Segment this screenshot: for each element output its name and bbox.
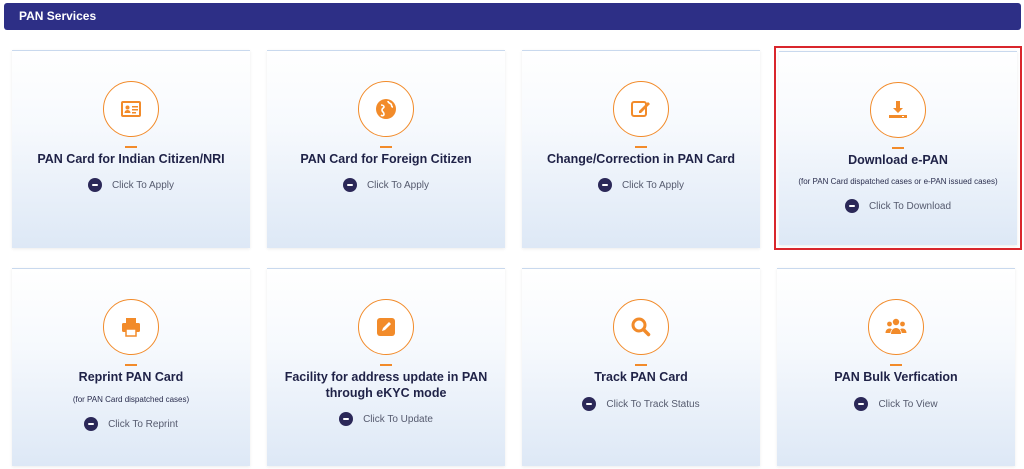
click-to-apply-link[interactable]: Click To Apply xyxy=(267,178,505,192)
card-reprint-pan[interactable]: Reprint PAN Card (for PAN Card dispatche… xyxy=(12,268,250,466)
card-title: Download e-PAN xyxy=(848,153,948,167)
icon-underline xyxy=(635,146,647,148)
icon-underline xyxy=(892,147,904,149)
card-pan-foreign-citizen[interactable]: PAN Card for Foreign Citizen Click To Ap… xyxy=(267,50,505,248)
click-to-reprint-link[interactable]: Click To Reprint xyxy=(12,417,250,431)
click-to-download-link[interactable]: Click To Download xyxy=(779,199,1017,213)
action-label: Click To Apply xyxy=(111,179,175,191)
card-title: Reprint PAN Card xyxy=(78,370,184,384)
click-to-update-link[interactable]: Click To Update xyxy=(267,412,505,426)
card-address-update-ekyc[interactable]: Facility for address update in PAN throu… xyxy=(267,268,505,466)
card-title: PAN Card for Indian Citizen/NRI xyxy=(37,152,225,166)
card-title: PAN Card for Foreign Citizen xyxy=(300,152,472,166)
download-icon xyxy=(870,82,926,138)
action-label: Click To Track Status xyxy=(606,398,700,410)
minus-circle-icon xyxy=(597,178,612,192)
card-track-pan[interactable]: Track PAN Card Click To Track Status xyxy=(522,268,760,466)
action-label: Click To Apply xyxy=(621,179,685,191)
pencil-icon xyxy=(358,299,414,355)
click-to-apply-link[interactable]: Click To Apply xyxy=(522,178,760,192)
action-label: Click To Apply xyxy=(366,179,430,191)
minus-circle-icon xyxy=(87,178,102,192)
magnifier-icon xyxy=(613,299,669,355)
minus-circle-icon xyxy=(854,397,869,411)
icon-underline xyxy=(890,364,902,366)
section-header: PAN Services xyxy=(4,3,1021,30)
action-label: Click To Reprint xyxy=(108,418,178,430)
click-to-track-status-link[interactable]: Click To Track Status xyxy=(522,397,760,411)
edit-icon xyxy=(613,81,669,137)
card-subtitle: (for PAN Card dispatched cases or e-PAN … xyxy=(798,177,998,186)
card-title: PAN Bulk Verfication xyxy=(834,370,958,384)
icon-underline xyxy=(125,146,137,148)
card-change-correction[interactable]: Change/Correction in PAN Card Click To A… xyxy=(522,50,760,248)
action-label: Click To View xyxy=(878,398,938,410)
card-pan-bulk-verification[interactable]: PAN Bulk Verfication Click To View xyxy=(777,268,1015,466)
section-title: PAN Services xyxy=(19,9,97,23)
icon-underline xyxy=(125,364,137,366)
click-to-apply-link[interactable]: Click To Apply xyxy=(12,178,250,192)
icon-underline xyxy=(380,146,392,148)
id-card-icon xyxy=(103,81,159,137)
globe-icon xyxy=(358,81,414,137)
action-label: Click To Download xyxy=(868,200,952,212)
card-title: Facility for address update in PAN throu… xyxy=(284,370,488,400)
minus-circle-icon xyxy=(582,397,597,411)
card-title: Change/Correction in PAN Card xyxy=(547,152,735,166)
icon-underline xyxy=(380,364,392,366)
users-icon xyxy=(868,299,924,355)
action-label: Click To Update xyxy=(363,413,433,425)
minus-circle-icon xyxy=(339,412,354,426)
card-subtitle: (for PAN Card dispatched cases) xyxy=(72,395,190,404)
printer-icon xyxy=(103,299,159,355)
card-download-epan[interactable]: Download e-PAN (for PAN Card dispatched … xyxy=(774,46,1022,250)
minus-circle-icon xyxy=(844,199,859,213)
minus-circle-icon xyxy=(342,178,357,192)
minus-circle-icon xyxy=(84,417,99,431)
click-to-view-link[interactable]: Click To View xyxy=(777,397,1015,411)
icon-underline xyxy=(635,364,647,366)
card-title: Track PAN Card xyxy=(594,370,688,384)
card-pan-indian-citizen[interactable]: PAN Card for Indian Citizen/NRI Click To… xyxy=(12,50,250,248)
